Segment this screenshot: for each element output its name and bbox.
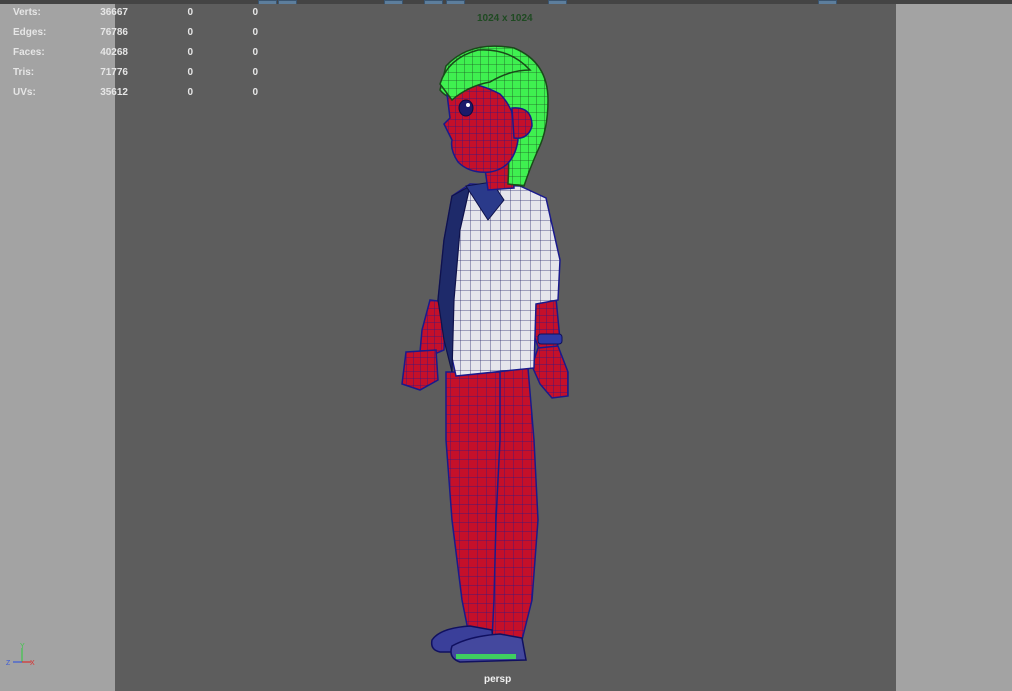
hud-value-triangles: 0: [252, 67, 258, 78]
hud-label: Tris:: [13, 67, 35, 78]
resolution-gate-label: 1024 x 1024: [477, 13, 533, 24]
hand-front: [401, 349, 439, 391]
hud-value-total: 35612: [100, 87, 128, 98]
leg-front: [445, 371, 501, 641]
hud-label: UVs:: [13, 87, 36, 98]
poly-count-hud: Verts: 36667 0 0 Edges: 76786 0 0 Faces:…: [0, 4, 270, 104]
hud-label: Verts:: [13, 7, 41, 18]
resolution-gate-mask-right: [896, 4, 1012, 691]
hud-value-total: 36667: [100, 7, 128, 18]
view-axis-icon: Y Z X: [6, 643, 35, 667]
hud-row-tris: Tris: 71776 0 0: [0, 64, 270, 84]
axis-y-label: Y: [20, 643, 25, 650]
hud-value-selected: 0: [187, 47, 193, 58]
hud-value-triangles: 0: [252, 47, 258, 58]
hud-row-faces: Faces: 40268 0 0: [0, 44, 270, 64]
hand-back: [531, 345, 569, 399]
character-model[interactable]: [115, 4, 896, 691]
hud-value-triangles: 0: [252, 27, 258, 38]
hud-value-selected: 0: [187, 27, 193, 38]
hud-value-triangles: 0: [252, 7, 258, 18]
hud-value-selected: 0: [187, 87, 193, 98]
hud-row-verts: Verts: 36667 0 0: [0, 4, 270, 24]
hud-row-uvs: UVs: 35612 0 0: [0, 84, 270, 104]
hud-value-total: 71776: [100, 67, 128, 78]
hud-value-total: 76786: [100, 27, 128, 38]
hud-value-triangles: 0: [252, 87, 258, 98]
camera-name-label: persp: [484, 674, 512, 685]
hud-value-total: 40268: [100, 47, 128, 58]
viewport-panel[interactable]: [115, 4, 896, 691]
hud-label: Edges:: [13, 27, 47, 38]
axis-z-label: Z: [6, 660, 11, 667]
axis-x-label: X: [30, 660, 35, 667]
hud-value-selected: 0: [187, 7, 193, 18]
eye: [458, 99, 474, 117]
hud-row-edges: Edges: 76786 0 0: [0, 24, 270, 44]
hud-label: Faces:: [13, 47, 45, 58]
hud-value-selected: 0: [187, 67, 193, 78]
resolution-gate-mask-left: [0, 4, 115, 691]
